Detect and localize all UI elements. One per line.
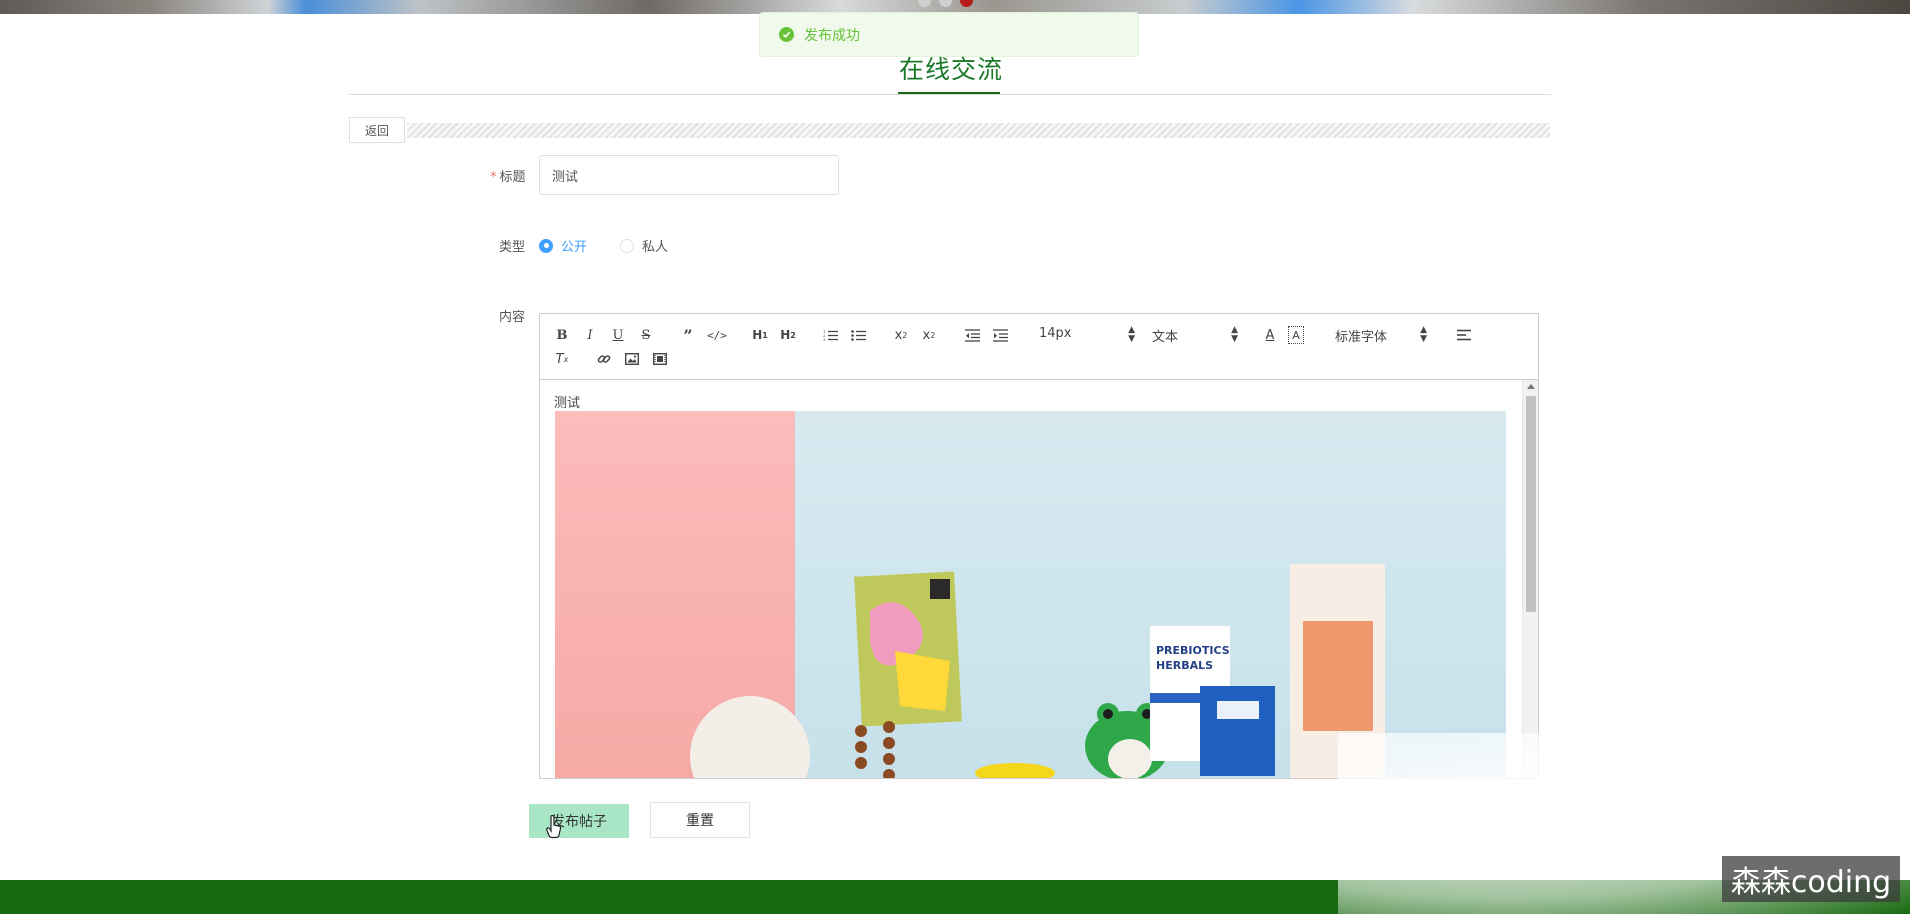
submit-post-button[interactable]: 发布帖子 <box>529 804 629 838</box>
code-icon[interactable]: </> <box>707 326 727 344</box>
superscript-icon[interactable]: x2 <box>920 326 938 344</box>
font-size-value: 14px <box>1039 326 1072 341</box>
heading2-icon[interactable]: H2 <box>778 326 798 344</box>
radio-dot-icon[interactable] <box>620 238 634 253</box>
required-mark: * <box>490 170 497 185</box>
hand-cursor-icon <box>546 815 562 839</box>
font-family-select[interactable]: 标准字体 ▲ ▼ <box>1335 325 1427 346</box>
indent-icon[interactable] <box>992 326 1008 344</box>
title-label: * 标题 <box>490 166 526 185</box>
video-icon[interactable] <box>652 350 668 368</box>
product-illustration: PREBIOTICS HERBALS <box>690 564 1385 778</box>
title-divider <box>349 94 1551 95</box>
editor-content-text: 测试 <box>554 396 581 411</box>
bullet-list-icon[interactable] <box>850 326 866 344</box>
clear-format-icon[interactable]: Tx <box>554 350 570 368</box>
background-color-icon[interactable]: A <box>1288 326 1304 344</box>
carousel-dot-active[interactable] <box>960 0 973 7</box>
svg-text:3: 3 <box>823 337 826 342</box>
embedded-product-image[interactable]: PREBIOTICS HERBALS <box>555 411 1506 778</box>
toast-message: 发布成功 <box>804 27 860 44</box>
strikethrough-icon[interactable]: S <box>638 326 654 344</box>
scroll-up-arrow-icon[interactable] <box>1527 384 1535 389</box>
subscript-icon[interactable]: x2 <box>892 326 910 344</box>
carousel-dot[interactable] <box>939 0 952 7</box>
editor-content[interactable]: 测试 PREBIOTICS HERBALS <box>540 380 1538 778</box>
image-icon[interactable] <box>624 350 640 368</box>
block-format-select[interactable]: 文本 ▲ ▼ <box>1152 325 1238 346</box>
select-caret-icon: ▲ ▼ <box>1420 325 1427 344</box>
ordered-list-icon[interactable]: 123 <box>822 326 838 344</box>
title-label-text: 标题 <box>499 170 526 185</box>
title-input[interactable] <box>539 155 839 195</box>
italic-icon[interactable]: I <box>582 326 598 344</box>
outdent-icon[interactable] <box>964 326 980 344</box>
scrollbar-thumb[interactable] <box>1526 396 1536 612</box>
align-icon[interactable] <box>1456 326 1472 344</box>
svg-text:HERBALS: HERBALS <box>1156 659 1213 672</box>
link-icon[interactable] <box>596 350 612 368</box>
hatch-divider <box>407 123 1550 138</box>
radio-public[interactable]: 公开 <box>539 236 587 255</box>
carousel-dots[interactable] <box>918 0 973 7</box>
watermark: 森森coding <box>1722 856 1900 902</box>
bold-icon[interactable]: B <box>554 326 570 344</box>
font-family-value: 标准字体 <box>1335 330 1388 345</box>
editor-scrollbar[interactable] <box>1522 380 1538 778</box>
reset-button[interactable]: 重置 <box>650 802 750 838</box>
radio-private-label: 私人 <box>642 240 669 255</box>
font-color-icon[interactable]: A <box>1262 326 1278 344</box>
content-label: 内容 <box>499 310 526 325</box>
page-title: 在线交流 <box>899 55 1004 84</box>
block-format-value: 文本 <box>1152 330 1179 345</box>
rich-text-editor[interactable]: B I U S ” </> H1 H2 123 x2 x2 14px ▲ ▼ 文本… <box>539 313 1539 779</box>
back-button[interactable]: 返回 <box>349 117 405 143</box>
svg-text:PREBIOTICS: PREBIOTICS <box>1156 644 1230 657</box>
radio-public-label: 公开 <box>561 240 588 255</box>
type-label: 类型 <box>499 240 526 255</box>
select-caret-icon: ▲ ▼ <box>1231 325 1238 344</box>
font-size-select[interactable]: 14px ▲ ▼ <box>1039 326 1135 344</box>
check-circle-icon <box>779 27 794 42</box>
blockquote-icon[interactable]: ” <box>680 326 696 345</box>
heading1-icon[interactable]: H1 <box>750 326 770 344</box>
select-caret-icon: ▲ ▼ <box>1128 325 1135 344</box>
radio-dot-icon[interactable] <box>539 238 553 253</box>
editor-toolbar: B I U S ” </> H1 H2 123 x2 x2 14px ▲ ▼ 文本… <box>540 314 1538 380</box>
radio-private[interactable]: 私人 <box>620 236 668 255</box>
underline-icon[interactable]: U <box>610 326 626 344</box>
carousel-dot[interactable] <box>918 0 931 7</box>
